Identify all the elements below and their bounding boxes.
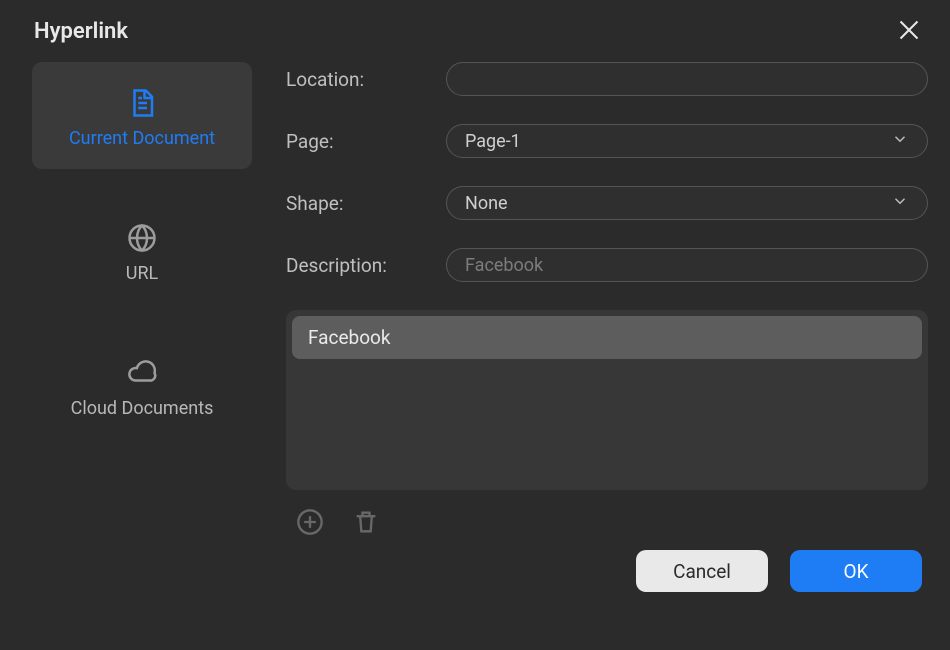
- form-panel: Location: Page: Page-1 Shape: None: [286, 62, 928, 592]
- shape-label: Shape:: [286, 192, 426, 215]
- hyperlink-type-sidebar: Current Document URL Cloud Document: [32, 62, 252, 592]
- hyperlink-dialog: Hyperlink Current Document: [0, 0, 950, 650]
- location-label: Location:: [286, 68, 426, 91]
- page-select[interactable]: Page-1: [446, 124, 928, 158]
- description-input[interactable]: [446, 248, 928, 282]
- sidebar-item-current-document[interactable]: Current Document: [32, 62, 252, 169]
- shape-select-value: None: [465, 193, 508, 214]
- sidebar-item-url[interactable]: URL: [32, 197, 252, 304]
- list-item[interactable]: Facebook: [292, 316, 922, 359]
- shape-select[interactable]: None: [446, 186, 928, 220]
- sidebar-item-label: URL: [126, 263, 158, 284]
- dialog-title: Hyperlink: [34, 19, 128, 44]
- globe-icon: [127, 223, 157, 253]
- document-icon: [127, 88, 157, 118]
- ok-button[interactable]: OK: [790, 550, 922, 592]
- page-label: Page:: [286, 130, 426, 153]
- location-input[interactable]: [446, 62, 928, 96]
- sidebar-item-cloud-documents[interactable]: Cloud Documents: [32, 332, 252, 439]
- sidebar-item-label: Cloud Documents: [71, 398, 214, 419]
- close-button[interactable]: [896, 18, 922, 44]
- links-list: Facebook: [286, 310, 928, 490]
- description-label: Description:: [286, 254, 426, 277]
- sidebar-item-label: Current Document: [69, 128, 215, 149]
- chevron-down-icon: [891, 192, 909, 215]
- title-bar: Hyperlink: [0, 0, 950, 52]
- cloud-icon: [127, 358, 157, 388]
- page-select-value: Page-1: [465, 131, 521, 152]
- add-link-button[interactable]: [296, 508, 324, 536]
- delete-link-button[interactable]: [352, 508, 380, 536]
- chevron-down-icon: [891, 130, 909, 153]
- list-tools: [286, 508, 928, 536]
- list-item-label: Facebook: [308, 326, 391, 349]
- cancel-button[interactable]: Cancel: [636, 550, 768, 592]
- dialog-footer: Cancel OK: [286, 550, 928, 592]
